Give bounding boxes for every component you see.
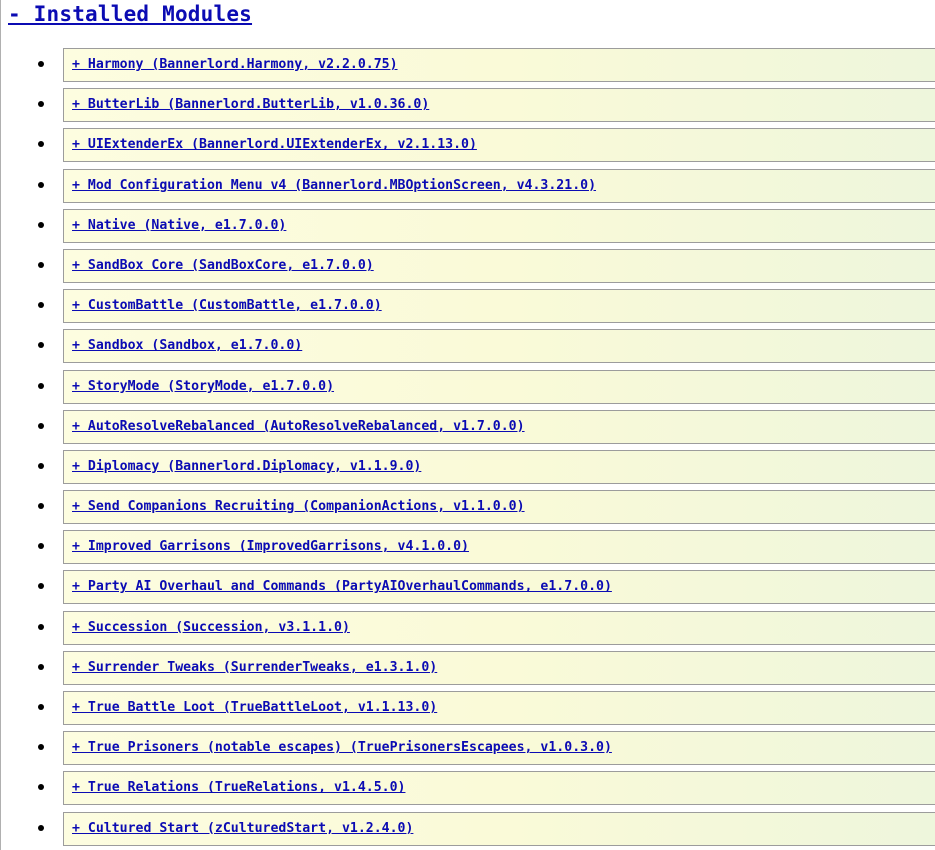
bullet-icon bbox=[38, 663, 44, 670]
module-list: + Harmony (Bannerlord.Harmony, v2.2.0.75… bbox=[0, 48, 935, 850]
module-panel: + Cultured Start (zCulturedStart, v1.2.4… bbox=[63, 811, 935, 846]
list-item: + Harmony (Bannerlord.Harmony, v2.2.0.75… bbox=[0, 48, 935, 82]
module-expand-link[interactable]: + Harmony (Bannerlord.Harmony, v2.2.0.75… bbox=[72, 57, 398, 72]
module-expand-link[interactable]: + Send Companions Recruiting (CompanionA… bbox=[72, 499, 525, 514]
module-panel: + Send Companions Recruiting (CompanionA… bbox=[63, 490, 935, 525]
module-panel: + Diplomacy (Bannerlord.Diplomacy, v1.1.… bbox=[63, 449, 935, 484]
module-panel: + ButterLib (Bannerlord.ButterLib, v1.0.… bbox=[63, 88, 935, 123]
module-panel: + Succession (Succession, v3.1.1.0) bbox=[63, 610, 935, 645]
bullet-icon bbox=[38, 181, 44, 188]
bullet-icon bbox=[38, 261, 44, 268]
module-panel: + SandBox Core (SandBoxCore, e1.7.0.0) bbox=[63, 248, 935, 283]
list-item: + Native (Native, e1.7.0.0) bbox=[0, 208, 935, 243]
list-item: + UIExtenderEx (Bannerlord.UIExtenderEx,… bbox=[0, 128, 935, 163]
installed-modules-toggle[interactable]: - Installed Modules bbox=[8, 2, 252, 26]
module-panel: + Native (Native, e1.7.0.0) bbox=[63, 208, 935, 243]
module-panel: + Improved Garrisons (ImprovedGarrisons,… bbox=[63, 530, 935, 565]
bullet-icon bbox=[38, 61, 44, 67]
module-panel: + Mod Configuration Menu v4 (Bannerlord.… bbox=[63, 168, 935, 203]
bullet-icon bbox=[38, 342, 44, 349]
bullet-icon bbox=[38, 784, 44, 791]
module-expand-link[interactable]: + Native (Native, e1.7.0.0) bbox=[72, 218, 286, 233]
module-panel: + True Prisoners (notable escapes) (True… bbox=[63, 731, 935, 766]
module-expand-link[interactable]: + Party AI Overhaul and Commands (PartyA… bbox=[72, 579, 612, 594]
list-item: + Sandbox (Sandbox, e1.7.0.0) bbox=[0, 329, 935, 364]
bullet-icon bbox=[38, 221, 44, 228]
bullet-icon bbox=[38, 101, 44, 108]
module-expand-link[interactable]: + True Battle Loot (TrueBattleLoot, v1.1… bbox=[72, 700, 437, 715]
bullet-icon bbox=[38, 583, 44, 590]
module-expand-link[interactable]: + UIExtenderEx (Bannerlord.UIExtenderEx,… bbox=[72, 137, 477, 152]
bullet-icon bbox=[38, 704, 44, 710]
bullet-icon bbox=[38, 623, 44, 630]
module-expand-link[interactable]: + ButterLib (Bannerlord.ButterLib, v1.0.… bbox=[72, 97, 429, 112]
module-panel: + Harmony (Bannerlord.Harmony, v2.2.0.75… bbox=[63, 48, 935, 82]
module-expand-link[interactable]: + SandBox Core (SandBoxCore, e1.7.0.0) bbox=[72, 258, 374, 273]
module-panel: + CustomBattle (CustomBattle, e1.7.0.0) bbox=[63, 289, 935, 324]
module-expand-link[interactable]: + Diplomacy (Bannerlord.Diplomacy, v1.1.… bbox=[72, 459, 421, 474]
list-item: + AutoResolveRebalanced (AutoResolveReba… bbox=[0, 409, 935, 444]
bullet-icon bbox=[38, 382, 44, 389]
bullet-icon bbox=[38, 543, 44, 550]
module-panel: + Surrender Tweaks (SurrenderTweaks, e1.… bbox=[63, 650, 935, 685]
list-item: + True Relations (TrueRelations, v1.4.5.… bbox=[0, 771, 935, 806]
list-item: + Send Companions Recruiting (CompanionA… bbox=[0, 490, 935, 525]
list-item: + True Battle Loot (TrueBattleLoot, v1.1… bbox=[0, 691, 935, 725]
bullet-icon bbox=[38, 824, 44, 831]
module-expand-link[interactable]: + Succession (Succession, v3.1.1.0) bbox=[72, 620, 350, 635]
module-panel: + AutoResolveRebalanced (AutoResolveReba… bbox=[63, 409, 935, 444]
bullet-icon bbox=[38, 422, 44, 429]
module-panel: + Party AI Overhaul and Commands (PartyA… bbox=[63, 570, 935, 605]
module-expand-link[interactable]: + Improved Garrisons (ImprovedGarrisons,… bbox=[72, 539, 469, 554]
list-item: + Party AI Overhaul and Commands (PartyA… bbox=[0, 570, 935, 605]
list-item: + StoryMode (StoryMode, e1.7.0.0) bbox=[0, 369, 935, 404]
module-expand-link[interactable]: + True Relations (TrueRelations, v1.4.5.… bbox=[72, 780, 405, 795]
module-expand-link[interactable]: + Mod Configuration Menu v4 (Bannerlord.… bbox=[72, 178, 596, 193]
module-expand-link[interactable]: + StoryMode (StoryMode, e1.7.0.0) bbox=[72, 379, 334, 394]
list-item: + ButterLib (Bannerlord.ButterLib, v1.0.… bbox=[0, 88, 935, 123]
module-panel: + Sandbox (Sandbox, e1.7.0.0) bbox=[63, 329, 935, 364]
module-expand-link[interactable]: + True Prisoners (notable escapes) (True… bbox=[72, 740, 612, 755]
list-item: + Surrender Tweaks (SurrenderTweaks, e1.… bbox=[0, 650, 935, 685]
list-item: + SandBox Core (SandBoxCore, e1.7.0.0) bbox=[0, 248, 935, 283]
module-expand-link[interactable]: + Surrender Tweaks (SurrenderTweaks, e1.… bbox=[72, 660, 437, 675]
module-panel: + True Relations (TrueRelations, v1.4.5.… bbox=[63, 771, 935, 806]
bullet-icon bbox=[38, 141, 44, 148]
list-item: + Mod Configuration Menu v4 (Bannerlord.… bbox=[0, 168, 935, 203]
list-item: + Improved Garrisons (ImprovedGarrisons,… bbox=[0, 530, 935, 565]
bullet-icon bbox=[38, 302, 44, 309]
module-panel: + True Battle Loot (TrueBattleLoot, v1.1… bbox=[63, 691, 935, 725]
module-expand-link[interactable]: + AutoResolveRebalanced (AutoResolveReba… bbox=[72, 419, 525, 434]
list-item: + CustomBattle (CustomBattle, e1.7.0.0) bbox=[0, 289, 935, 324]
module-expand-link[interactable]: + CustomBattle (CustomBattle, e1.7.0.0) bbox=[72, 298, 382, 313]
list-item: + Cultured Start (zCulturedStart, v1.2.4… bbox=[0, 811, 935, 846]
module-expand-link[interactable]: + Cultured Start (zCulturedStart, v1.2.4… bbox=[72, 821, 413, 836]
module-panel: + UIExtenderEx (Bannerlord.UIExtenderEx,… bbox=[63, 128, 935, 163]
list-item: + Diplomacy (Bannerlord.Diplomacy, v1.1.… bbox=[0, 449, 935, 484]
module-expand-link[interactable]: + Sandbox (Sandbox, e1.7.0.0) bbox=[72, 338, 302, 353]
list-item: + Succession (Succession, v3.1.1.0) bbox=[0, 610, 935, 645]
bullet-icon bbox=[38, 462, 44, 469]
bullet-icon bbox=[38, 744, 44, 751]
module-panel: + StoryMode (StoryMode, e1.7.0.0) bbox=[63, 369, 935, 404]
list-item: + True Prisoners (notable escapes) (True… bbox=[0, 731, 935, 766]
bullet-icon bbox=[38, 503, 44, 510]
